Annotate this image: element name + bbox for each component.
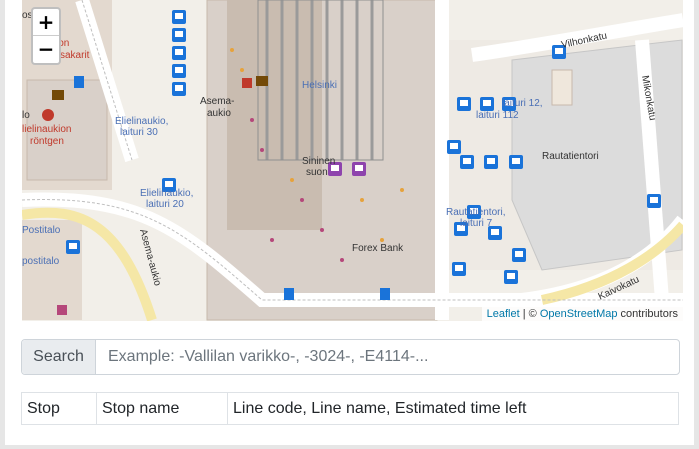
attribution-contributors: contributors xyxy=(617,308,678,320)
zoom-in-button[interactable]: + xyxy=(33,9,59,36)
leaflet-link[interactable]: Leaflet xyxy=(487,308,520,320)
table-header-row: Stop Stop name Line code, Line name, Est… xyxy=(21,392,679,425)
column-header-lines: Line code, Line name, Estimated time lef… xyxy=(227,392,679,425)
map-attribution: Leaflet | © OpenStreetMap contributors xyxy=(481,307,683,321)
search-input[interactable] xyxy=(96,340,679,374)
page: Helsinki Asema- aukio Elielinaukio, lait… xyxy=(5,0,694,445)
column-header-stop-name: Stop name xyxy=(96,392,228,425)
zoom-control: + − xyxy=(31,7,61,65)
zoom-out-button[interactable]: − xyxy=(33,36,59,62)
results-table: Stop Stop name Line code, Line name, Est… xyxy=(21,392,679,425)
attribution-separator: | © xyxy=(519,308,540,320)
search-label: Search xyxy=(22,340,96,374)
map-tiles xyxy=(22,0,683,321)
map[interactable]: Helsinki Asema- aukio Elielinaukio, lait… xyxy=(22,0,683,321)
openstreetmap-link[interactable]: OpenStreetMap xyxy=(540,308,618,320)
column-header-stop: Stop xyxy=(21,392,97,425)
search-group: Search xyxy=(21,339,680,375)
